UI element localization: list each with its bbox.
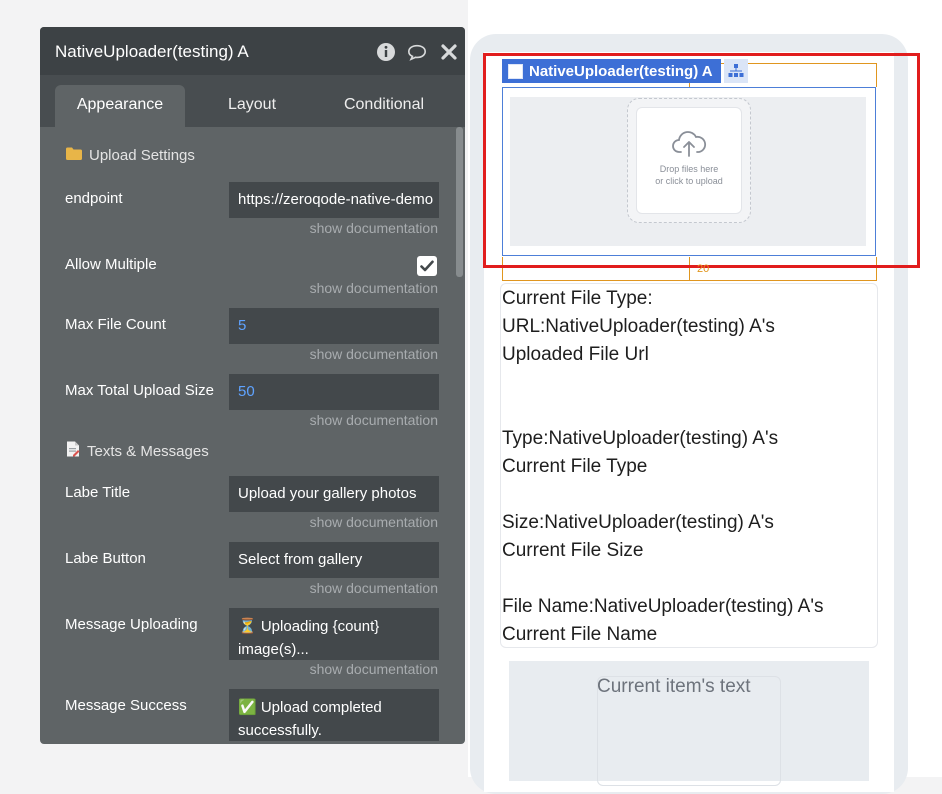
message-uploading-input[interactable]: ⏳ Uploading {count} image(s)... bbox=[229, 608, 439, 660]
allow-multiple-label: Allow Multiple bbox=[65, 256, 157, 273]
text-filename-line-2: Current File Name bbox=[502, 624, 658, 645]
text-type-line-2: Current File Type bbox=[502, 456, 648, 477]
selected-element-tag[interactable]: NativeUploader(testing) A bbox=[502, 59, 721, 83]
close-icon[interactable] bbox=[439, 42, 459, 62]
info-icon[interactable] bbox=[376, 42, 396, 62]
max-total-upload-size-doc-link[interactable]: show documentation bbox=[310, 412, 438, 428]
labe-button-label: Labe Button bbox=[65, 550, 146, 567]
text-size-line-2: Current File Size bbox=[502, 540, 644, 561]
highlight-box bbox=[483, 53, 920, 268]
text-size-line-1: Size:NativeUploader(testing) A's bbox=[502, 512, 774, 533]
max-file-count-input[interactable]: 5 bbox=[229, 308, 439, 344]
labe-title-input[interactable]: Upload your gallery photos bbox=[229, 476, 439, 512]
section-upload-settings: Upload Settings bbox=[66, 147, 195, 164]
margin-bottom-value: 20 bbox=[697, 263, 710, 275]
tab-appearance[interactable]: Appearance bbox=[55, 85, 185, 127]
max-total-upload-size-label: Max Total Upload Size bbox=[65, 382, 214, 399]
text-filename-line-1: File Name:NativeUploader(testing) A's bbox=[502, 596, 824, 617]
endpoint-input[interactable]: https://zeroqode-native-demo bbox=[229, 182, 439, 218]
panel-header[interactable]: NativeUploader(testing) A bbox=[40, 27, 465, 75]
section-upload-settings-label: Upload Settings bbox=[89, 147, 195, 164]
comment-icon[interactable] bbox=[407, 42, 427, 62]
document-icon bbox=[66, 441, 80, 461]
section-texts-messages-label: Texts & Messages bbox=[87, 442, 209, 460]
tab-conditional[interactable]: Conditional bbox=[319, 85, 449, 127]
labe-button-doc-link[interactable]: show documentation bbox=[310, 580, 438, 596]
section-texts-messages: Texts & Messages bbox=[66, 441, 209, 461]
text-url-line-2: Uploaded File Url bbox=[502, 344, 649, 365]
endpoint-doc-link[interactable]: show documentation bbox=[310, 220, 438, 236]
max-total-upload-size-input[interactable]: 50 bbox=[229, 374, 439, 410]
allow-multiple-doc-link[interactable]: show documentation bbox=[310, 280, 438, 296]
element-checkbox-icon bbox=[508, 63, 523, 79]
message-success-input[interactable]: ✅ Upload completed successfully. bbox=[229, 689, 439, 741]
text-current-file-type: Current File Type: bbox=[502, 288, 653, 309]
tab-layout[interactable]: Layout bbox=[187, 85, 317, 127]
max-file-count-label: Max File Count bbox=[65, 316, 166, 333]
property-editor-panel: NativeUploader(testing) A Appearance Lay… bbox=[40, 27, 465, 744]
panel-scrollbar[interactable] bbox=[456, 127, 463, 277]
element-tree-icon[interactable] bbox=[724, 59, 748, 83]
current-item-text: Current item's text bbox=[597, 676, 751, 697]
message-success-label: Message Success bbox=[65, 697, 187, 714]
text-type-line-1: Type:NativeUploader(testing) A's bbox=[502, 428, 779, 449]
panel-title: NativeUploader(testing) A bbox=[55, 42, 249, 61]
folder-icon bbox=[66, 147, 82, 164]
labe-button-input[interactable]: Select from gallery bbox=[229, 542, 439, 578]
allow-multiple-checkbox[interactable] bbox=[417, 256, 437, 276]
endpoint-label: endpoint bbox=[65, 190, 123, 207]
panel-tabs: Appearance Layout Conditional bbox=[40, 75, 465, 127]
checkmark-icon bbox=[420, 260, 434, 272]
selected-element-name: NativeUploader(testing) A bbox=[529, 62, 713, 80]
text-url-line-1: URL:NativeUploader(testing) A's bbox=[502, 316, 775, 337]
message-uploading-label: Message Uploading bbox=[65, 616, 198, 633]
labe-title-label: Labe Title bbox=[65, 484, 131, 501]
labe-title-doc-link[interactable]: show documentation bbox=[310, 514, 438, 530]
max-file-count-doc-link[interactable]: show documentation bbox=[310, 346, 438, 362]
message-uploading-doc-link[interactable]: show documentation bbox=[310, 661, 438, 677]
